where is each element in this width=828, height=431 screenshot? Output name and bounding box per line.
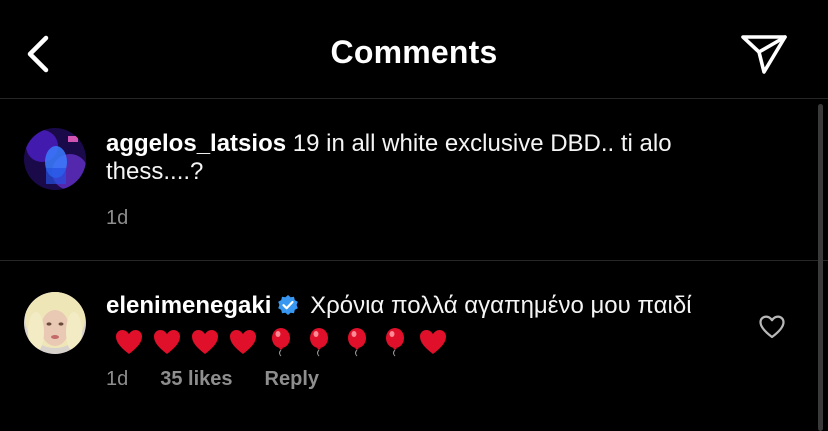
emoji-row: [114, 327, 456, 357]
red-heart-emoji: [192, 329, 218, 354]
like-button[interactable]: [758, 314, 786, 340]
balloon-emoji: [310, 327, 328, 357]
red-heart-emoji: [420, 329, 446, 354]
balloon-emoji: [348, 327, 366, 357]
comment-time: 1d: [106, 207, 129, 229]
red-heart-emoji: [154, 329, 180, 354]
comments-header: Comments: [0, 0, 828, 98]
header-divider: [0, 98, 828, 99]
avatar[interactable]: [24, 292, 86, 354]
verified-badge-icon: [277, 294, 299, 323]
balloon-emoji: [272, 327, 290, 357]
comment-body: elenimenegaki Χρόνια πολλά αγαπημένο μου…: [106, 292, 746, 357]
page-title: Comments: [330, 34, 498, 70]
red-heart-emoji: [116, 329, 142, 354]
likes-count[interactable]: 35 likes: [160, 368, 232, 391]
reply-button[interactable]: Reply: [265, 368, 319, 391]
comment-meta: 1d: [106, 207, 128, 230]
comment-time: 1d: [106, 368, 129, 390]
avatar[interactable]: [24, 128, 86, 190]
comment-username[interactable]: aggelos_latsios: [106, 130, 286, 157]
comment-username[interactable]: elenimenegaki: [106, 292, 271, 319]
red-heart-emoji: [230, 329, 256, 354]
paper-plane-icon: [741, 35, 787, 74]
comment-body: aggelos_latsios 19 in all white exclusiv…: [106, 130, 746, 186]
comment-meta: 1d 35 likes Reply: [106, 368, 319, 391]
balloon-emoji: [386, 327, 404, 357]
heart-outline-icon: [759, 315, 785, 339]
scrollbar[interactable]: [818, 104, 823, 431]
comment-divider: [0, 260, 828, 261]
share-button[interactable]: [738, 30, 790, 76]
comment-text: Χρόνια πολλά αγαπημένο μου παιδί: [310, 292, 692, 319]
